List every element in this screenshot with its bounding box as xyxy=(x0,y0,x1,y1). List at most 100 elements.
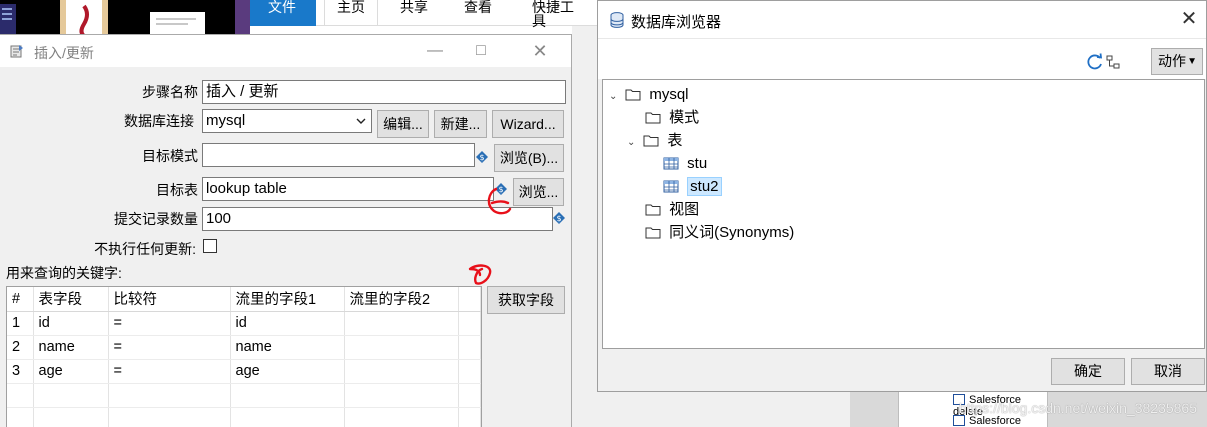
table-cell[interactable]: name xyxy=(33,335,109,360)
database-tree: ⌄ mysql 模式 ⌄ 表 stu stu2 视图 同义词(Synonyms) xyxy=(602,79,1205,349)
variable-icon: $ xyxy=(553,212,565,224)
table-cell[interactable]: age xyxy=(33,359,109,384)
table-row-empty[interactable] xyxy=(7,383,481,408)
folder-icon xyxy=(643,135,659,147)
annotation-mark xyxy=(468,264,492,285)
table-row-empty[interactable] xyxy=(7,407,481,427)
kettle-step-icon xyxy=(10,45,23,58)
connection-select[interactable]: mysql xyxy=(202,109,372,133)
table-cell[interactable]: = xyxy=(108,311,231,336)
refresh-icon[interactable] xyxy=(1086,53,1104,71)
column-header-filler xyxy=(458,287,481,312)
column-header[interactable]: 流里的字段1 xyxy=(230,287,345,312)
tree-node-label: 模式 xyxy=(669,109,700,126)
table-cell[interactable]: id xyxy=(230,311,345,336)
dialog-title: 插入/更新 xyxy=(34,45,94,61)
insert-update-dialog: 插入/更新 — □ ✕ 步骤名称 插入 / 更新 数据库连接 mysql 编辑.… xyxy=(0,34,572,427)
table-cell-filler xyxy=(458,359,481,384)
table-cell[interactable]: 3 xyxy=(7,359,34,384)
table-row[interactable]: 1 id = id xyxy=(7,311,481,336)
connection-tree-icon[interactable] xyxy=(1106,55,1120,69)
browser-toolbar: 动作 ▼ xyxy=(598,39,1206,79)
folder-icon xyxy=(645,112,661,124)
table-cell[interactable] xyxy=(344,359,459,384)
tree-node-label: 视图 xyxy=(669,201,700,218)
minimize-button[interactable]: — xyxy=(412,35,458,67)
table-cell[interactable]: name xyxy=(230,335,345,360)
action-label: 动作 xyxy=(1158,53,1186,69)
watermark: https://blog.csdn.net/weixin_38235865 xyxy=(958,400,1197,416)
dialog-title: 数据库浏览器 xyxy=(631,14,722,31)
dialog-titlebar: 插入/更新 — □ ✕ xyxy=(0,35,571,67)
lookup-keys-table: # 表字段 比较符 流里的字段1 流里的字段2 1 id = id 2 name… xyxy=(6,286,482,427)
close-button[interactable]: ✕ xyxy=(1172,1,1206,39)
caret-down-icon: ▼ xyxy=(1187,56,1197,67)
tree-node-synonyms[interactable]: 同义词(Synonyms) xyxy=(645,223,794,243)
svg-text:$: $ xyxy=(556,214,561,223)
wizard-button[interactable]: Wizard... xyxy=(492,110,564,138)
tree-node-tables[interactable]: ⌄ 表 xyxy=(627,131,682,151)
ribbon-tab-file[interactable]: 文件 xyxy=(250,0,316,26)
table-cell[interactable] xyxy=(344,335,459,360)
target-table-input[interactable]: lookup table xyxy=(202,177,494,201)
close-button[interactable]: ✕ xyxy=(517,35,563,67)
taskbar-thumbnails xyxy=(0,0,250,38)
table-cell-filler xyxy=(458,335,481,360)
browse-schema-button[interactable]: 浏览(B)... xyxy=(494,144,564,172)
table-cell[interactable]: = xyxy=(108,359,231,384)
tree-node-mysql[interactable]: ⌄ mysql xyxy=(609,85,689,105)
tree-node-table-stu[interactable]: stu xyxy=(663,154,707,174)
ribbon-tab-view[interactable]: 查看 xyxy=(452,0,504,26)
target-schema-input[interactable] xyxy=(202,143,475,167)
ribbon-tab-quick-tools[interactable]: 快捷工具 xyxy=(520,0,597,28)
lookup-keys-label: 用来查询的关键字: xyxy=(6,265,122,281)
column-header[interactable]: 流里的字段2 xyxy=(344,287,459,312)
tree-node-views[interactable]: 视图 xyxy=(645,200,699,220)
salesforce-icon xyxy=(953,415,965,426)
chevron-down-icon[interactable]: ⌄ xyxy=(609,87,621,107)
browse-table-button[interactable]: 浏览... xyxy=(513,178,564,206)
cancel-button[interactable]: 取消 xyxy=(1131,358,1205,385)
database-icon xyxy=(610,12,624,28)
plugin-item[interactable]: Salesforce insert xyxy=(953,415,1047,427)
edit-connection-button[interactable]: 编辑... xyxy=(377,110,429,138)
ribbon-tab-home[interactable]: 主页 xyxy=(324,0,378,26)
table-cell[interactable]: 2 xyxy=(7,335,34,360)
ok-button[interactable]: 确定 xyxy=(1051,358,1125,385)
table-cell[interactable]: id xyxy=(33,311,109,336)
column-header[interactable]: 比较符 xyxy=(108,287,231,312)
folder-icon xyxy=(625,89,641,101)
get-fields-button[interactable]: 获取字段 xyxy=(487,286,565,314)
column-header[interactable]: # xyxy=(7,287,34,312)
no-update-checkbox[interactable] xyxy=(203,239,217,253)
chevron-down-icon xyxy=(356,118,366,124)
column-header[interactable]: 表字段 xyxy=(33,287,109,312)
chevron-down-icon[interactable]: ⌄ xyxy=(627,133,639,153)
table-cell-filler xyxy=(458,311,481,336)
dialog-titlebar: 数据库浏览器 ✕ xyxy=(598,1,1206,39)
tree-node-label: mysql xyxy=(649,86,689,103)
table-cell[interactable]: 1 xyxy=(7,311,34,336)
table-header-row: # 表字段 比较符 流里的字段1 流里的字段2 xyxy=(7,287,481,312)
target-table-label: 目标表 xyxy=(156,182,198,198)
table-cell[interactable] xyxy=(344,311,459,336)
tree-node-label: 表 xyxy=(667,132,683,149)
table-cell[interactable]: age xyxy=(230,359,345,384)
tree-node-schemas[interactable]: 模式 xyxy=(645,108,699,128)
action-dropdown-button[interactable]: 动作 ▼ xyxy=(1151,48,1203,75)
new-connection-button[interactable]: 新建... xyxy=(434,110,487,138)
tree-node-table-stu2[interactable]: stu2 xyxy=(663,177,722,197)
ribbon-tab-share[interactable]: 共享 xyxy=(388,0,440,26)
table-row[interactable]: 3 age = age xyxy=(7,359,481,384)
table-icon xyxy=(663,180,679,193)
variable-icon: $ xyxy=(476,151,488,163)
table-row[interactable]: 2 name = name xyxy=(7,335,481,360)
maximize-button[interactable]: □ xyxy=(458,35,504,67)
step-name-input[interactable]: 插入 / 更新 xyxy=(202,80,566,104)
explorer-ribbon: 文件 主页 共享 查看 快捷工具 xyxy=(250,0,597,28)
table-cell[interactable]: = xyxy=(108,335,231,360)
commit-size-label: 提交记录数量 xyxy=(114,211,198,227)
connection-label: 数据库连接 xyxy=(124,113,194,129)
target-schema-label: 目标模式 xyxy=(142,148,198,164)
annotation-mark xyxy=(487,187,512,215)
